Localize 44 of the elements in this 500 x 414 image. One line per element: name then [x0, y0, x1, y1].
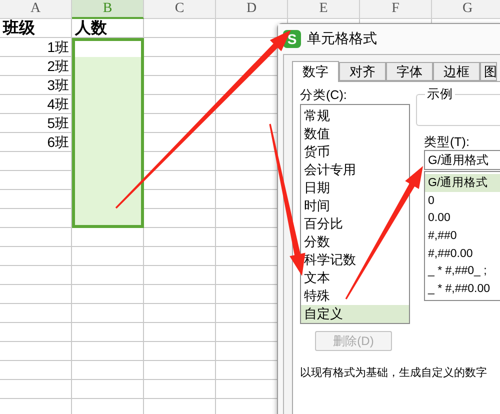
window-title: 单元格格式 [307, 30, 377, 48]
category-item[interactable]: 数值 [301, 125, 409, 143]
type-item[interactable]: #,##0.00 [425, 244, 500, 263]
category-item[interactable]: 科学记数 [301, 251, 409, 269]
category-label: 分类(C): [300, 87, 348, 103]
column-header[interactable]: C [144, 0, 216, 19]
category-item[interactable]: 货币 [301, 143, 409, 161]
category-item[interactable]: 自定义 [301, 305, 409, 323]
category-item[interactable]: 百分比 [301, 215, 409, 233]
category-item[interactable]: 日期 [301, 179, 409, 197]
table-cell-text: 1班 [46, 38, 70, 56]
type-item[interactable]: _ * #,##0.00 [425, 280, 500, 298]
type-label: 类型(T): [424, 134, 470, 150]
type-item[interactable]: _ * #,##0_ ; [425, 262, 500, 280]
table-cell-text: 4班 [46, 95, 70, 114]
tab[interactable]: 对齐 [339, 62, 386, 81]
description-text: 以现有格式为基础，生成自定义的数字 [300, 366, 488, 380]
table-cell-text: 人数 [74, 19, 108, 38]
table-cell-text: 3班 [46, 76, 70, 94]
column-header[interactable]: D [216, 0, 288, 19]
table-cell-text: 6班 [46, 133, 70, 152]
column-header[interactable]: G [432, 0, 500, 19]
column-header[interactable]: E [288, 0, 360, 19]
category-item[interactable]: 常规 [301, 107, 409, 125]
tab[interactable]: 字体 [386, 62, 433, 81]
column-header[interactable]: F [360, 0, 432, 19]
category-item[interactable]: 时间 [301, 197, 409, 215]
type-item[interactable]: G/通用格式 [425, 174, 500, 192]
tab[interactable]: 边框 [433, 62, 480, 81]
sample-label: 示例 [425, 86, 455, 103]
table-cell-text: 2班 [46, 57, 70, 76]
type-field[interactable]: G/通用格式 [424, 150, 500, 170]
table-cell-text: 班级 [2, 19, 36, 38]
category-item[interactable]: 文本 [301, 269, 409, 287]
tab[interactable]: 数字 [292, 61, 339, 82]
type-item[interactable]: #,##0 [425, 227, 500, 245]
tab[interactable]: 图 [480, 62, 497, 81]
type-item[interactable]: 0 [425, 192, 500, 210]
category-item[interactable]: 会计专用 [301, 161, 409, 179]
column-header[interactable]: A [0, 0, 72, 19]
category-item[interactable]: 特殊 [301, 287, 409, 305]
table-cell-text: 5班 [46, 114, 70, 132]
type-item[interactable]: 0.00 [425, 209, 500, 228]
category-item[interactable]: 分数 [301, 233, 409, 251]
